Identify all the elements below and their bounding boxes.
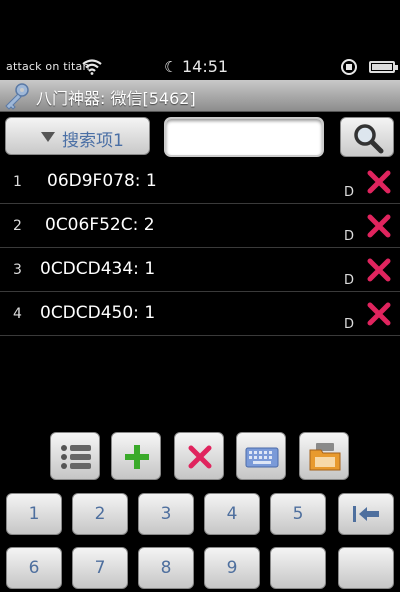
item-code: 0CDCD434: 1 [40,259,156,279]
moon-icon: ☾ [164,58,178,76]
sync-icon [340,58,358,76]
item-type: D [344,317,355,332]
key-extra-1[interactable] [270,547,326,589]
keyboard-button[interactable] [236,432,286,480]
delete-icon[interactable] [366,213,392,239]
item-type: D [344,185,355,200]
list-button[interactable] [50,432,100,480]
key-icon [2,82,32,110]
key-8[interactable]: 8 [138,547,194,589]
delete-icon[interactable] [366,301,392,327]
key-5[interactable]: 5 [270,493,326,535]
key-extra-2[interactable] [338,547,394,589]
key-1[interactable]: 1 [6,493,62,535]
delete-icon [188,445,212,469]
item-index: 1 [13,174,22,190]
key-7[interactable]: 7 [72,547,128,589]
delete-icon[interactable] [366,169,392,195]
add-button[interactable] [111,432,161,480]
battery-icon [369,61,398,73]
key-6[interactable]: 6 [6,547,62,589]
list-icon [61,445,91,469]
dropdown-label: 搜索项1 [62,131,124,151]
action-toolbar [0,432,400,482]
search-input[interactable] [164,117,324,157]
keyboard-icon [245,447,279,468]
item-code: 06D9F078: 1 [47,171,157,191]
item-index: 3 [13,262,22,278]
item-index: 2 [13,218,22,234]
add-icon [125,445,149,469]
item-index: 4 [13,306,22,322]
search-row: 搜索项1 [0,112,400,162]
list-item[interactable]: 1 06D9F078: 1 D [0,160,400,204]
delete-button[interactable] [174,432,224,480]
key-4[interactable]: 4 [204,493,260,535]
status-bar: attack on titan ☾ 14:51 [0,56,400,78]
results-list: 1 06D9F078: 1 D 2 0C06F52C: 2 D 3 0CDCD4… [0,160,400,336]
key-3[interactable]: 3 [138,493,194,535]
search-item-dropdown[interactable]: 搜索项1 [5,117,150,155]
key-2[interactable]: 2 [72,493,128,535]
status-time: 14:51 [182,57,229,76]
backspace-key[interactable] [338,493,394,535]
folder-icon [309,443,341,471]
search-button[interactable] [340,117,394,157]
triangle-down-icon [41,132,55,142]
list-item[interactable]: 3 0CDCD434: 1 D [0,248,400,292]
item-type: D [344,273,355,288]
magnifier-icon [354,124,384,154]
delete-icon[interactable] [366,257,392,283]
list-item[interactable]: 2 0C06F52C: 2 D [0,204,400,248]
item-type: D [344,229,355,244]
backspace-icon [353,506,379,522]
key-9[interactable]: 9 [204,547,260,589]
wifi-icon [82,59,102,75]
item-code: 0C06F52C: 2 [45,215,155,235]
list-item[interactable]: 4 0CDCD450: 1 D [0,292,400,336]
page-title: 八门神器: 微信[5462] [36,89,196,108]
carrier-label: attack on titan [6,60,90,73]
item-code: 0CDCD450: 1 [40,303,156,323]
folder-button[interactable] [299,432,349,480]
title-bar: 八门神器: 微信[5462] [0,80,400,112]
